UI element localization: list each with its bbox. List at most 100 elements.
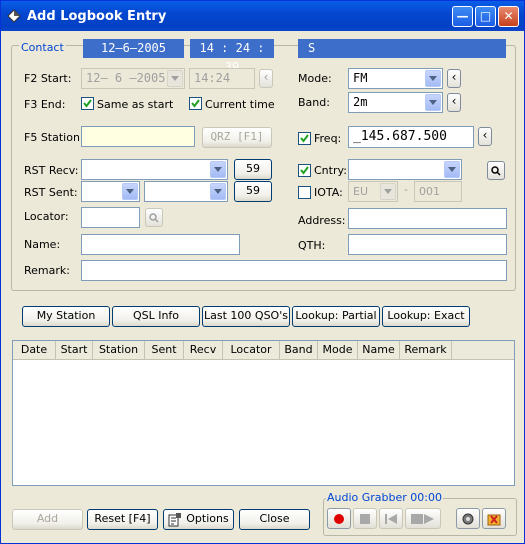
name-label: Name: [24,238,61,251]
contact-date: 12–6–2005 [83,39,184,58]
rst-recv-label: RST Recv: [24,164,79,177]
column-header-station[interactable]: Station [93,341,145,360]
address-label: Address: [298,214,346,227]
audio-grabber-legend: Audio Grabber 00:00 [326,491,444,504]
options-button[interactable]: Options [163,509,234,530]
iota-number-input[interactable]: 001 [414,181,462,202]
chevron-left-icon: ‹ [451,94,457,108]
tab-qsl-info[interactable]: QSL Info [112,306,200,327]
cntry-search-button[interactable] [487,161,505,180]
rst-sent-button[interactable]: 59 [234,181,272,202]
close-icon: ✕ [503,9,514,23]
column-header-filler [452,341,514,360]
options-label: Options [186,512,229,525]
window: Add Logbook Entry — □ ✕ Contact 12–6–200… [0,0,525,544]
tab-lookup-partial[interactable]: Lookup: Partial [292,306,380,327]
cntry-checkbox[interactable] [298,164,311,177]
contact-status: S [298,39,506,58]
maximize-icon: □ [479,9,492,23]
remark-input[interactable] [81,260,507,281]
remark-label: Remark: [24,264,70,277]
same-as-start-label: Same as start [97,98,174,111]
audio-settings-button[interactable] [456,508,480,529]
audio-folder-button[interactable] [482,508,506,529]
iota-checkbox[interactable] [298,186,311,199]
chevron-left-icon: ‹ [451,70,457,84]
magnifier-icon [491,166,501,176]
mode-select[interactable]: FM [348,68,443,89]
band-select[interactable]: 2m [348,92,443,113]
rst-sent-label: RST Sent: [24,186,78,199]
start-time-field[interactable]: 14:24 [189,68,255,89]
contact-legend: Contact [19,41,66,54]
title-bar[interactable]: Add Logbook Entry — □ ✕ [1,1,524,31]
current-time-label: Current time [205,98,275,111]
record-icon [334,514,344,524]
column-header-date[interactable]: Date [13,341,56,360]
tab-lookup-exact[interactable]: Lookup: Exact [382,306,470,327]
stop-button[interactable] [353,508,377,529]
column-header-start[interactable]: Start [56,341,93,360]
app-diamond-icon [7,9,21,23]
qth-input[interactable] [348,234,507,255]
qth-label: QTH: [298,239,326,252]
chevron-left-icon: ‹ [482,128,488,142]
column-header-recv[interactable]: Recv [184,341,223,360]
iota-dash: - [404,183,408,196]
freq-button[interactable]: ‹ [478,127,492,146]
reset-button[interactable]: Reset [F4] [87,509,158,530]
name-input[interactable] [81,234,240,255]
rst-recv-button[interactable]: 59 [234,159,272,180]
minimize-button[interactable]: — [452,6,473,27]
column-header-remark[interactable]: Remark [400,341,452,360]
cntry-label: Cntry: [314,164,347,177]
tab-my-station[interactable]: My Station [22,306,110,327]
rst-sent-select-2[interactable] [144,181,228,202]
mode-button[interactable]: ‹ [447,69,461,88]
locator-label: Locator: [24,210,69,223]
stop-icon [360,514,370,524]
start-now-button[interactable]: ‹ [259,69,273,88]
window-title: Add Logbook Entry [27,9,167,24]
close-window-button[interactable]: ✕ [498,6,519,27]
contact-time: 14 : 24 : 39 [190,39,274,74]
start-date-field[interactable]: 12– 6 –2005 [81,68,185,89]
column-header-mode[interactable]: Mode [318,341,358,360]
play-button[interactable] [405,508,441,529]
start-label: F2 Start: [24,72,72,85]
add-button[interactable]: Add [12,509,83,530]
station-input[interactable] [81,126,195,147]
band-button[interactable]: ‹ [447,93,461,112]
qrz-button[interactable]: QRZ [F1] [202,127,272,148]
options-icon [168,513,181,527]
rst-sent-select-1[interactable] [81,181,140,202]
column-header-name[interactable]: Name [358,341,400,360]
cntry-select[interactable] [348,159,462,180]
audio-file-icon [487,514,501,526]
rst-recv-select[interactable] [81,159,228,180]
column-header-band[interactable]: Band [280,341,318,360]
column-header-sent[interactable]: Sent [145,341,184,360]
locator-search-button[interactable] [145,208,163,227]
record-button[interactable] [327,508,351,529]
column-header-locator[interactable]: Locator [223,341,280,360]
address-input[interactable] [348,208,507,229]
freq-label: Freq: [314,132,342,145]
same-as-start-checkbox[interactable] [81,97,94,110]
tab-last-100[interactable]: Last 100 QSO's [202,306,290,327]
maximize-button[interactable]: □ [475,6,496,27]
iota-continent-select[interactable]: EU [348,181,398,202]
close-button[interactable]: Close [239,509,310,530]
freq-checkbox[interactable] [298,132,311,145]
qso-table[interactable]: Date Start Station Sent Recv Locator Ban… [12,340,515,486]
rewind-button[interactable] [379,508,403,529]
magnifier-icon [149,213,159,223]
locator-input[interactable] [81,207,140,228]
station-label: F5 Station: [24,131,84,144]
minimize-icon: — [456,9,469,23]
gear-icon [462,513,474,525]
end-label: F3 End: [24,98,66,111]
mode-label: Mode: [298,72,332,85]
current-time-checkbox[interactable] [189,97,202,110]
freq-input[interactable]: _145.687.500 [348,126,474,148]
